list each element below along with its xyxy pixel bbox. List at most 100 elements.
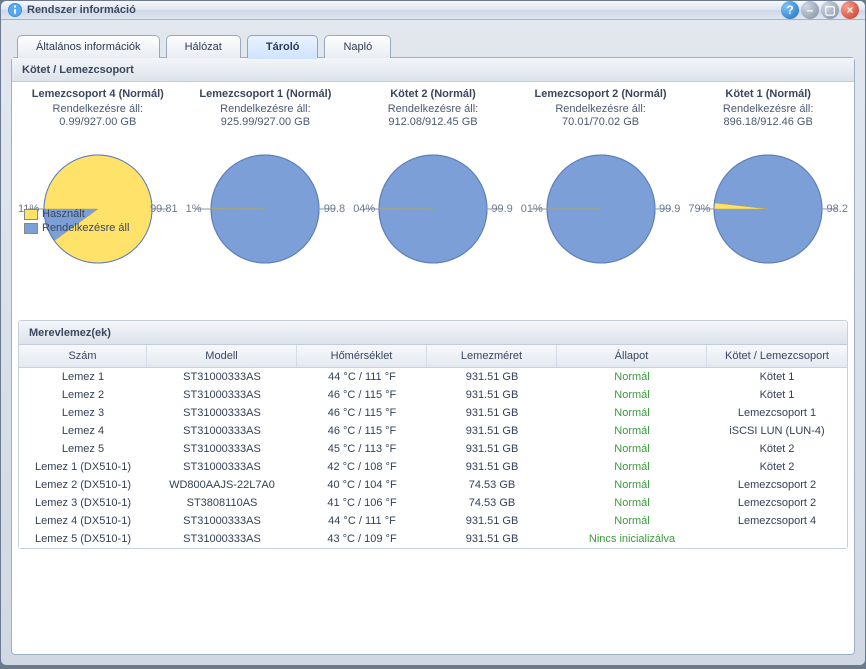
volume-available-label: Rendelkezésre áll: (353, 103, 513, 115)
hdd-cell-status: Normál (557, 368, 707, 386)
hdd-cell-status: Normál (557, 404, 707, 422)
table-row[interactable]: Lemez 5ST31000333AS45 °C / 113 °F931.51 … (19, 440, 847, 458)
hdd-cell-model: ST31000333AS (147, 530, 297, 548)
pie-used-pct-label: 01% (521, 203, 543, 215)
pie-available-pct-label: 98.2 (827, 203, 848, 215)
hdd-col-header[interactable]: Lemezméret (427, 345, 557, 367)
hdd-cell-status: Normál (557, 512, 707, 530)
hdd-cell-size: 931.51 GB (427, 512, 557, 530)
pie-chart: 79% 98.2 (688, 134, 848, 284)
volume-status: (Normál) (119, 88, 164, 100)
hdd-cell-vol: Lemezcsoport 4 (707, 512, 847, 530)
hdd-cell-model: ST31000333AS (147, 458, 297, 476)
volume-available-value: 70.01/70.02 GB (521, 116, 681, 128)
hdd-cell-size: 931.51 GB (427, 458, 557, 476)
hdd-cell-num: Lemez 5 (19, 440, 147, 458)
table-row[interactable]: Lemez 4ST31000333AS46 °C / 115 °F931.51 … (19, 422, 847, 440)
volumes-section-header: Kötet / Lemezcsoport (12, 58, 854, 82)
volume-available-value: 0.99/927.00 GB (18, 116, 178, 128)
table-row[interactable]: Lemez 2 (DX510-1)WD800AAJS-22L7A040 °C /… (19, 476, 847, 494)
close-button[interactable]: × (841, 1, 859, 19)
pie-chart: 04% 99.9 (353, 134, 513, 284)
tab--ltal-nos-inform-ci-k[interactable]: Általános információk (17, 35, 160, 58)
pie-available-pct-label: 99.9 (659, 203, 680, 215)
pie-available-pct-label: 99.81 (150, 203, 178, 215)
volume-title: Lemezcsoport 2 (Normál) (521, 88, 681, 102)
hdd-cell-num: Lemez 2 (DX510-1) (19, 476, 147, 494)
hdd-cell-model: ST31000333AS (147, 422, 297, 440)
volume-status: (Normál) (286, 88, 331, 100)
hdd-cell-num: Lemez 1 (DX510-1) (19, 458, 147, 476)
hdd-cell-temp: 42 °C / 108 °F (297, 458, 427, 476)
pie-available-pct-label: 99.8 (324, 203, 345, 215)
hdd-col-header[interactable]: Kötet / Lemezcsoport (707, 345, 847, 367)
tab-napl-[interactable]: Napló (324, 35, 391, 58)
hdd-cell-model: ST31000333AS (147, 512, 297, 530)
hdd-cell-size: 74.53 GB (427, 494, 557, 512)
table-row[interactable]: Lemez 3 (DX510-1)ST3808110AS41 °C / 106 … (19, 494, 847, 512)
table-row[interactable]: Lemez 1ST31000333AS44 °C / 111 °F931.51 … (19, 368, 847, 386)
pie-chart: 01% 99.9 (521, 134, 681, 284)
hdd-cell-size: 74.53 GB (427, 476, 557, 494)
hdd-cell-size: 931.51 GB (427, 404, 557, 422)
tab-strip: Általános információk Hálózat TárolóNapló (11, 30, 855, 58)
hdd-cell-temp: 46 °C / 115 °F (297, 386, 427, 404)
volume-card: Lemezcsoport 4 (Normál) Rendelkezésre ál… (18, 88, 178, 308)
tab-panel-storage: Kötet / Lemezcsoport Lemezcsoport 4 (Nor… (11, 57, 855, 655)
window-title: Rendszer információ (27, 4, 779, 16)
hdd-cell-temp: 44 °C / 111 °F (297, 368, 427, 386)
hdd-section-header: Merevlemez(ek) (19, 321, 847, 345)
help-button[interactable]: ? (781, 1, 799, 19)
volume-available-label: Rendelkezésre áll: (18, 103, 178, 115)
table-row[interactable]: Lemez 5 (DX510-1)ST31000333AS43 °C / 109… (19, 530, 847, 548)
hdd-cell-num: Lemez 3 (19, 404, 147, 422)
hdd-cell-model: ST31000333AS (147, 386, 297, 404)
hdd-cell-num: Lemez 5 (DX510-1) (19, 530, 147, 548)
hdd-cell-status: Normál (557, 422, 707, 440)
hdd-cell-vol: iSCSI LUN (LUN-4) (707, 422, 847, 440)
hdd-cell-status: Normál (557, 476, 707, 494)
info-icon (7, 2, 23, 18)
table-row[interactable]: Lemez 2ST31000333AS46 °C / 115 °F931.51 … (19, 386, 847, 404)
maximize-button[interactable]: ▢ (821, 1, 839, 19)
hdd-cell-vol: Kötet 1 (707, 368, 847, 386)
legend-available-label: Rendelkezésre áll (42, 222, 129, 234)
volume-status: (Normál) (431, 88, 476, 100)
pie-chart: 1% 99.8 (186, 134, 346, 284)
table-row[interactable]: Lemez 1 (DX510-1)ST31000333AS42 °C / 108… (19, 458, 847, 476)
tab-h-l-zat[interactable]: Hálózat (166, 35, 241, 58)
hdd-cell-vol: Lemezcsoport 2 (707, 476, 847, 494)
volume-available-value: 925.99/927.00 GB (186, 116, 346, 128)
window-frame: Rendszer információ ? – ▢ × Általános in… (0, 0, 866, 666)
hdd-cell-temp: 45 °C / 113 °F (297, 440, 427, 458)
table-row[interactable]: Lemez 4 (DX510-1)ST31000333AS44 °C / 111… (19, 512, 847, 530)
hdd-cell-num: Lemez 4 (DX510-1) (19, 512, 147, 530)
hdd-cell-status: Normál (557, 458, 707, 476)
hdd-col-header[interactable]: Modell (147, 345, 297, 367)
pie-used-pct-label: 04% (353, 203, 375, 215)
legend-used-label: Használt (42, 208, 85, 220)
minimize-button[interactable]: – (801, 1, 819, 19)
window-body: Általános információkHálózatTárolóNapló … (1, 20, 865, 669)
volume-available-value: 912.08/912.45 GB (353, 116, 513, 128)
table-row[interactable]: Lemez 3ST31000333AS46 °C / 115 °F931.51 … (19, 404, 847, 422)
hdd-cell-num: Lemez 1 (19, 368, 147, 386)
hdd-cell-model: ST31000333AS (147, 440, 297, 458)
hdd-cell-status: Nincs inicializálva (557, 530, 707, 548)
volume-card: Kötet 2 (Normál) Rendelkezésre áll: 912.… (353, 88, 513, 308)
hdd-cell-model: ST31000333AS (147, 404, 297, 422)
volume-card: Kötet 1 (Normál) Rendelkezésre áll: 896.… (688, 88, 848, 308)
pie-available-pct-label: 99.9 (491, 203, 512, 215)
hdd-col-header[interactable]: Hőmérséklet (297, 345, 427, 367)
hdd-cell-temp: 41 °C / 106 °F (297, 494, 427, 512)
hdd-grid-header: SzámModellHőmérsékletLemezméretÁllapotKö… (19, 345, 847, 368)
hdd-cell-size: 931.51 GB (427, 440, 557, 458)
tab-t-rol-[interactable]: Tároló (247, 35, 319, 58)
pie-used-pct-label: 1% (186, 203, 202, 215)
titlebar[interactable]: Rendszer információ ? – ▢ × (1, 1, 865, 20)
hdd-cell-num: Lemez 4 (19, 422, 147, 440)
pie-used-pct-label: 79% (688, 203, 710, 215)
volume-title: Kötet 1 (Normál) (688, 88, 848, 102)
hdd-col-header[interactable]: Állapot (557, 345, 707, 367)
hdd-col-header[interactable]: Szám (19, 345, 147, 367)
